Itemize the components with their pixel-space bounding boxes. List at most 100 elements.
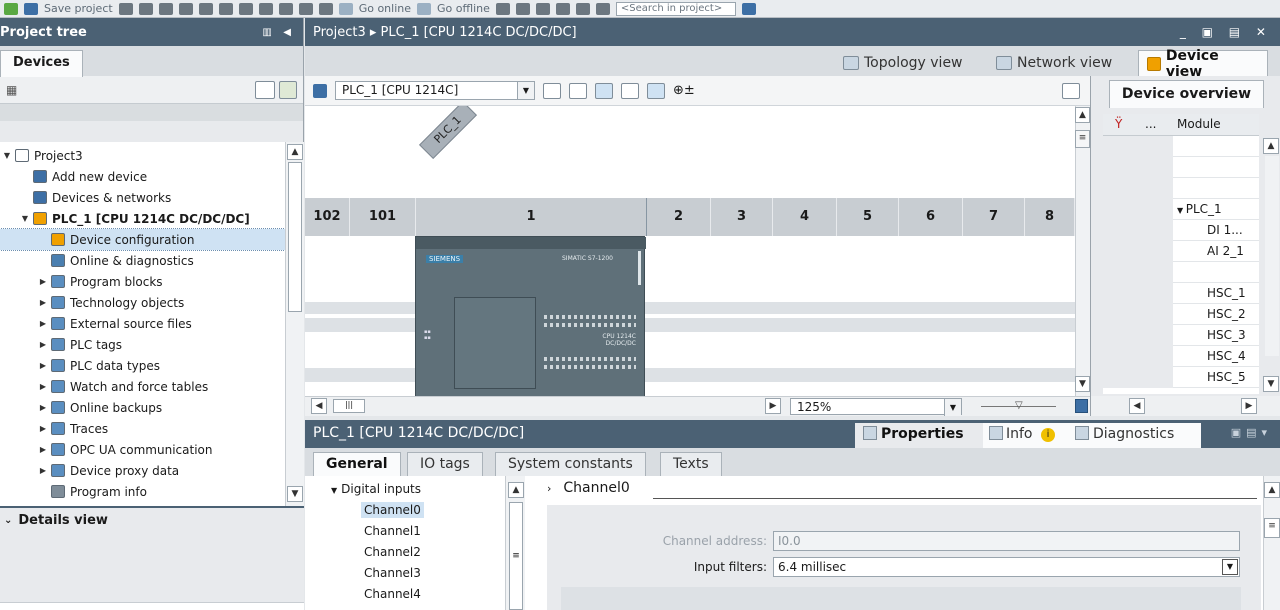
tree-scrollbar[interactable]: ▲ ▼	[285, 142, 304, 506]
slot-3[interactable]: 3	[711, 198, 773, 236]
split-horizontal-icon[interactable]	[575, 2, 590, 15]
canvas-scroll-thumb[interactable]: ≡	[1075, 130, 1090, 148]
tree-item[interactable]: ▶ Technology objects	[0, 292, 285, 313]
channel0-section-header[interactable]: › Channel0	[547, 480, 1247, 500]
collapse-panel-icon[interactable]: ▥ ◀	[262, 27, 295, 38]
stop-cpu-icon[interactable]	[535, 2, 550, 15]
inspector-scroll-thumb[interactable]: ≡	[1264, 518, 1280, 538]
canvas-hscroll-thumb[interactable]: |||	[333, 399, 365, 413]
section-collapse-icon[interactable]: ›	[547, 482, 551, 495]
nav-scrollbar[interactable]: ▲ ≡	[505, 476, 525, 610]
canvas-scroll-left-icon[interactable]: ◀	[311, 398, 327, 414]
zoom-slider-thumb[interactable]: ▽	[1015, 400, 1023, 411]
search-project-input[interactable]: <Search in project>	[615, 1, 736, 16]
zoom-combo[interactable]: 125% ▼	[790, 398, 962, 416]
new-project-icon[interactable]	[4, 2, 18, 15]
tree-item[interactable]: ▼ PLC_1 [CPU 1214C DC/DC/DC]	[0, 208, 285, 229]
nav-group-digital-inputs[interactable]: ▼ Digital inputs	[331, 482, 421, 496]
overview-hscroll[interactable]: ◀ ▶	[1091, 396, 1280, 416]
device-canvas[interactable]: PLC_1 102 101 1 2 3 4 5 6 7 8 SIEMENS SI…	[305, 106, 1075, 396]
tree-item[interactable]: ▶ Watch and force tables	[0, 376, 285, 397]
column-dots[interactable]: ...	[1145, 117, 1156, 131]
canvas-vertical-scrollbar[interactable]: ▲ ≡ ▼	[1075, 106, 1090, 396]
compile-icon[interactable]	[258, 2, 273, 15]
slot-1[interactable]: 1	[416, 198, 647, 236]
show-tags-icon[interactable]	[569, 82, 587, 99]
collapsed-icon[interactable]: ▶	[38, 277, 48, 286]
collapsed-icon[interactable]: ▶	[38, 382, 48, 391]
overview-scroll-right-icon[interactable]: ▶	[1241, 398, 1257, 414]
tab-texts[interactable]: Texts	[660, 452, 722, 476]
collapsed-icon[interactable]: ▶	[38, 340, 48, 349]
tree-item[interactable]: ▶ Online backups	[0, 397, 285, 418]
download-icon[interactable]	[278, 2, 293, 15]
go-offline-button[interactable]: Go offline	[437, 2, 490, 15]
tree-item[interactable]: Device configuration	[0, 228, 285, 251]
slot-101[interactable]: 101	[350, 198, 416, 236]
overview-row[interactable]	[1103, 262, 1259, 283]
overview-row[interactable]: HSC_2	[1103, 304, 1259, 325]
inspector-scrollbar[interactable]: ▲ ≡	[1263, 476, 1280, 610]
overview-row[interactable]: ▼ PLC_1	[1103, 199, 1259, 220]
go-online-button[interactable]: Go online	[359, 2, 411, 15]
tree-options-icon[interactable]: ▦	[6, 83, 17, 97]
overview-icon[interactable]	[255, 80, 275, 99]
slot-2[interactable]: 2	[647, 198, 711, 236]
tree-item[interactable]: ▶ External source files	[0, 313, 285, 334]
tree-item[interactable]: ▶ Traces	[0, 418, 285, 439]
chevron-down-icon[interactable]: ⌄	[4, 515, 12, 526]
inspector-scroll-up-icon[interactable]: ▲	[1264, 482, 1280, 498]
overview-row[interactable]	[1103, 136, 1259, 157]
zoom-in-icon[interactable]: ⊕±	[673, 83, 695, 98]
scroll-down-icon[interactable]: ▼	[287, 486, 303, 502]
nav-scroll-thumb[interactable]: ≡	[509, 502, 523, 610]
collapsed-icon[interactable]: ▶	[38, 403, 48, 412]
upload-icon[interactable]	[298, 2, 313, 15]
overview-scroll-left-icon[interactable]: ◀	[1129, 398, 1145, 414]
overview-row[interactable]: HSC_3	[1103, 325, 1259, 346]
undo-icon[interactable]	[218, 2, 233, 15]
device-select-icon[interactable]	[313, 83, 327, 98]
tree-item[interactable]: ▼ Project3	[0, 145, 285, 166]
slot-102[interactable]: 102	[305, 198, 350, 236]
collapsed-icon[interactable]: ▶	[38, 424, 48, 433]
overview-row[interactable]: HSC_1	[1103, 283, 1259, 304]
details-view-header[interactable]: ⌄ Details view	[0, 506, 304, 532]
split-vertical-icon[interactable]	[595, 2, 610, 15]
start-cpu-icon[interactable]	[515, 2, 530, 15]
tab-device-overview[interactable]: Device overview	[1109, 80, 1264, 108]
details-column-name[interactable]: Name	[0, 602, 304, 610]
canvas-scroll-down-icon[interactable]: ▼	[1075, 376, 1090, 392]
expanded-icon[interactable]: ▼	[1177, 206, 1186, 215]
go-online-icon[interactable]	[338, 2, 353, 15]
collapsed-icon[interactable]: ▶	[38, 298, 48, 307]
nav-item-channel3[interactable]: Channel3	[364, 566, 421, 580]
tab-properties[interactable]: Properties	[855, 423, 985, 448]
tree-item[interactable]: Add new device	[0, 166, 285, 187]
plc-name-label[interactable]: PLC_1	[419, 106, 477, 159]
tree-item[interactable]: Online & diagnostics	[0, 250, 285, 271]
collapsed-icon[interactable]: ▶	[38, 445, 48, 454]
collapsed-icon[interactable]: ▶	[38, 361, 48, 370]
cut-icon[interactable]	[138, 2, 153, 15]
canvas-scroll-right-icon[interactable]: ▶	[765, 398, 781, 414]
tree-item[interactable]: ▶ PLC data types	[0, 355, 285, 376]
tab-network-view[interactable]: Network view	[988, 50, 1120, 76]
overview-row[interactable]: DI 1...	[1103, 220, 1259, 241]
tree-item[interactable]: ▶ Device proxy data	[0, 460, 285, 481]
tab-devices[interactable]: Devices	[0, 50, 83, 77]
simulation-icon[interactable]	[318, 2, 333, 15]
tree-item[interactable]: Devices & networks	[0, 187, 285, 208]
device-combo[interactable]: PLC_1 [CPU 1214C] ▼	[335, 81, 535, 100]
save-project-button[interactable]: Save project	[44, 2, 113, 15]
overview-scroll-up-icon[interactable]: ▲	[1263, 138, 1279, 154]
add-item-icon[interactable]	[279, 80, 297, 99]
overview-row[interactable]	[1103, 178, 1259, 199]
nav-item-channel1[interactable]: Channel1	[364, 524, 421, 538]
accessible-devices-icon[interactable]	[495, 2, 510, 15]
tree-item[interactable]: ▶ PLC tags	[0, 334, 285, 355]
redo-icon[interactable]	[238, 2, 253, 15]
paste-icon[interactable]	[178, 2, 193, 15]
overview-scroll-down-icon[interactable]: ▼	[1263, 376, 1279, 392]
expanded-icon[interactable]: ▼	[2, 151, 12, 160]
